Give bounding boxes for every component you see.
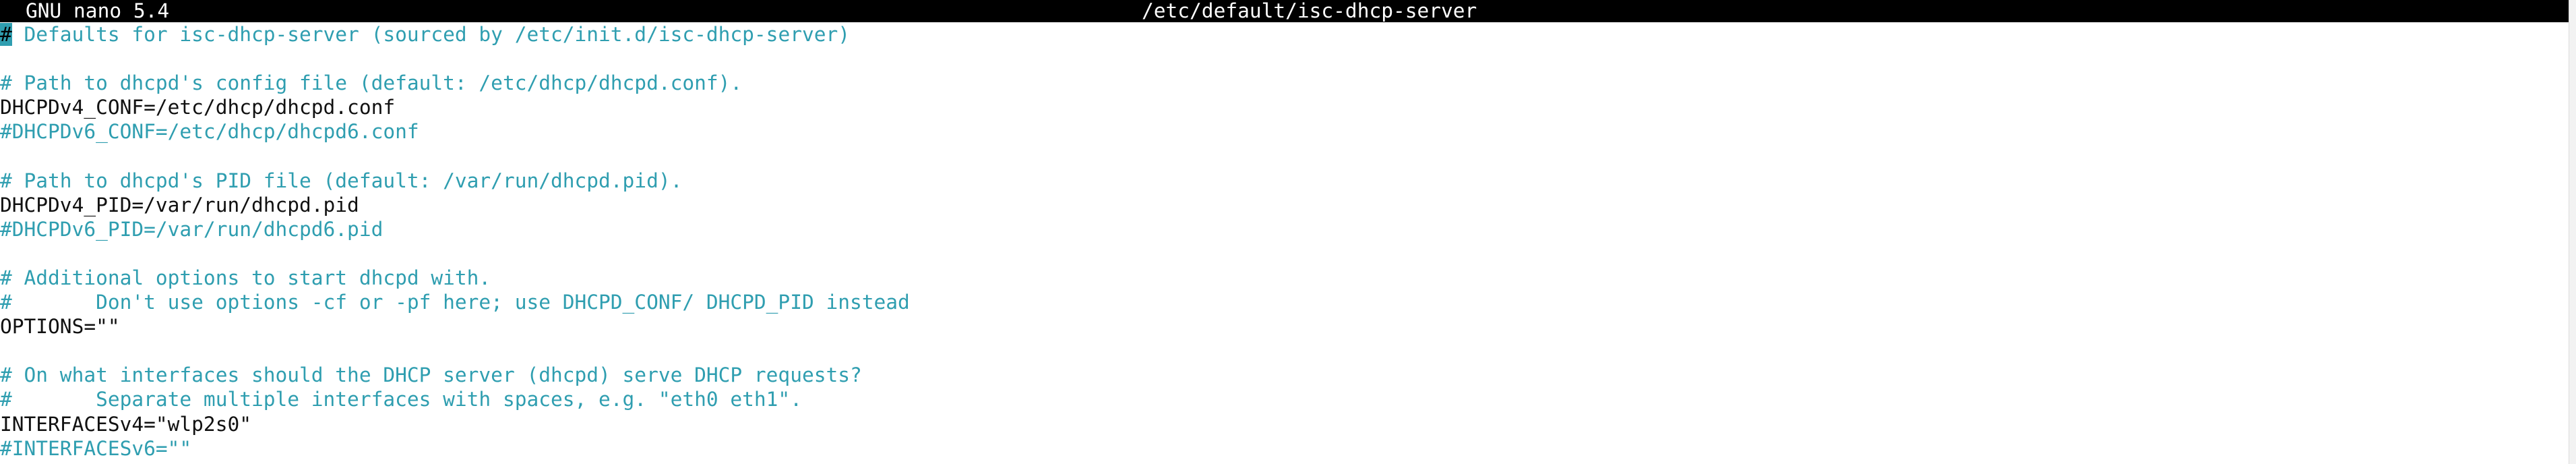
line-text: # On what interfaces should the DHCP ser… bbox=[0, 364, 862, 387]
editor-line[interactable]: # Path to dhcpd's PID file (default: /va… bbox=[0, 169, 2569, 193]
line-text: DHCPDv4_CONF=/etc/dhcp/dhcpd.conf bbox=[0, 96, 396, 119]
line-text: # Additional options to start dhcpd with… bbox=[0, 266, 491, 289]
editor-line[interactable]: #DHCPDv6_CONF=/etc/dhcp/dhcpd6.conf bbox=[0, 119, 2569, 144]
line-text: # Path to dhcpd's config file (default: … bbox=[0, 71, 743, 95]
editor-line[interactable]: DHCPDv4_CONF=/etc/dhcp/dhcpd.conf bbox=[0, 95, 2569, 119]
editor-line[interactable]: # Additional options to start dhcpd with… bbox=[0, 266, 2569, 290]
line-text: # Path to dhcpd's PID file (default: /va… bbox=[0, 169, 683, 192]
line-text: #DHCPDv6_CONF=/etc/dhcp/dhcpd6.conf bbox=[0, 120, 419, 144]
editor-line[interactable]: #DHCPDv6_PID=/var/run/dhcpd6.pid bbox=[0, 217, 2569, 241]
vertical-scrollbar[interactable] bbox=[2569, 0, 2576, 464]
text-editor-area[interactable]: # Defaults for isc-dhcp-server (sourced … bbox=[0, 22, 2569, 461]
editor-line[interactable]: # Separate multiple interfaces with spac… bbox=[0, 387, 2569, 411]
file-path: /etc/default/isc-dhcp-server bbox=[1142, 0, 1477, 22]
line-text: DHCPDv4_PID=/var/run/dhcpd.pid bbox=[0, 193, 359, 216]
text-cursor: # bbox=[0, 23, 12, 46]
editor-line[interactable]: #INTERFACESv6="" bbox=[0, 436, 2569, 461]
line-text: Defaults for isc-dhcp-server (sourced by… bbox=[11, 23, 851, 46]
editor-line[interactable]: # Path to dhcpd's config file (default: … bbox=[0, 71, 2569, 95]
nano-title-bar: GNU nano 5.4 /etc/default/isc-dhcp-serve… bbox=[0, 0, 2569, 22]
editor-line[interactable] bbox=[0, 144, 2569, 168]
line-text: INTERFACESv4="wlp2s0" bbox=[0, 412, 251, 436]
editor-line[interactable]: # On what interfaces should the DHCP ser… bbox=[0, 363, 2569, 387]
editor-line[interactable]: OPTIONS="" bbox=[0, 314, 2569, 339]
line-text: OPTIONS="" bbox=[0, 315, 120, 339]
line-text: #DHCPDv6_PID=/var/run/dhcpd6.pid bbox=[0, 217, 384, 241]
line-text: # Separate multiple interfaces with spac… bbox=[0, 388, 802, 411]
editor-line[interactable]: INTERFACESv4="wlp2s0" bbox=[0, 412, 2569, 436]
line-text: # Don't use options -cf or -pf here; use… bbox=[0, 291, 910, 314]
editor-line[interactable]: # Don't use options -cf or -pf here; use… bbox=[0, 290, 2569, 314]
app-name: GNU nano 5.4 bbox=[26, 0, 170, 22]
editor-line[interactable]: # Defaults for isc-dhcp-server (sourced … bbox=[0, 22, 2569, 47]
editor-line[interactable] bbox=[0, 241, 2569, 266]
line-text: #INTERFACESv6="" bbox=[0, 436, 192, 460]
editor-line[interactable]: DHCPDv4_PID=/var/run/dhcpd.pid bbox=[0, 193, 2569, 217]
editor-line[interactable] bbox=[0, 339, 2569, 363]
editor-line[interactable] bbox=[0, 47, 2569, 71]
